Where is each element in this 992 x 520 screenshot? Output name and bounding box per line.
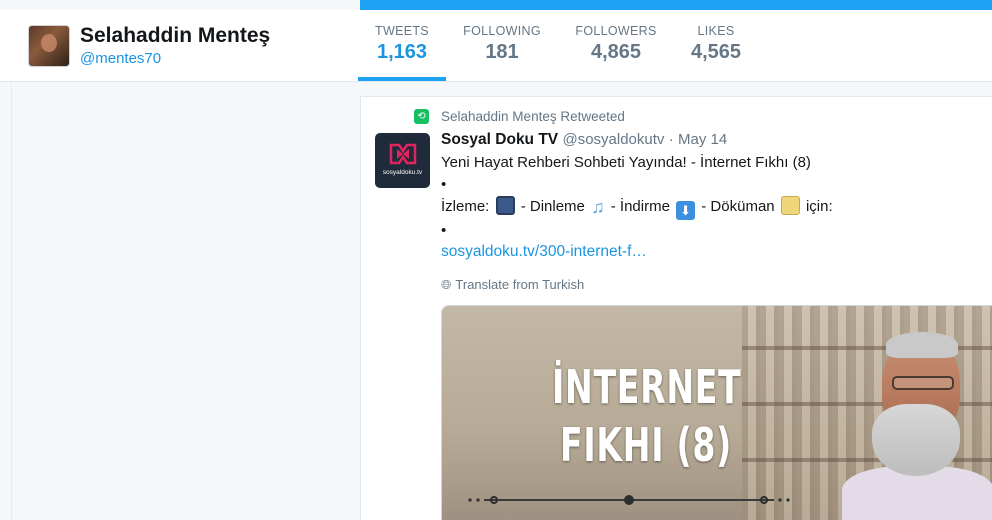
portrait-hair: [886, 332, 958, 358]
stat-followers-value: 4,865: [590, 41, 642, 63]
tweet-text-line-2: •: [441, 176, 447, 193]
tweet-author-handle[interactable]: @sosyaldokutv: [562, 131, 664, 148]
stat-tweets-value: 1,163: [376, 41, 428, 63]
profile-name[interactable]: Selahaddin Menteş: [80, 24, 270, 48]
tweet-text-indirme: - İndirme: [610, 198, 670, 215]
translate-label: Translate from Turkish: [455, 277, 585, 292]
portrait-glasses: [892, 376, 954, 390]
profile-handle[interactable]: @mentes70: [80, 50, 161, 67]
stat-likes[interactable]: LIKES 4,565: [680, 24, 752, 82]
sosyaldoku-logo-icon: [389, 143, 417, 165]
globe-icon: 🌐︎: [441, 277, 452, 292]
stat-followers-label: FOLLOWERS: [575, 24, 657, 38]
speaker-portrait: [842, 326, 992, 520]
media-title-line-1: İNTERNET: [552, 360, 742, 414]
stat-tweets-label: TWEETS: [375, 24, 429, 38]
stat-followers[interactable]: FOLLOWERS 4,865: [570, 24, 662, 82]
tweet-avatar-logo-text: sosyaldoku.tv: [382, 169, 423, 176]
tweet-text-izleme: İzleme:: [441, 198, 490, 215]
tweet-text-line-3: İzleme: - Dinleme ♫ - İndirme ⬇ - Döküma…: [441, 196, 981, 220]
ornament-divider-icon: [468, 495, 790, 505]
stat-likes-label: LIKES: [697, 24, 735, 38]
stat-tweets[interactable]: TWEETS 1,163: [358, 24, 446, 81]
tweet-author-name[interactable]: Sosyal Doku TV: [441, 131, 558, 148]
stat-likes-value: 4,565: [690, 41, 742, 63]
stat-following-label: FOLLOWING: [463, 24, 541, 38]
tweet-separator: ·: [668, 131, 674, 148]
tweet-header: Sosyal Doku TV @sosyaldokutv · May 14: [441, 131, 727, 149]
retweet-context-text: Selahaddin Menteş Retweeted: [441, 109, 625, 124]
media-title-line-2: FIKHI (8): [560, 418, 732, 472]
timeline: ⟲ Selahaddin Menteş Retweeted sosyaldoku…: [360, 96, 992, 520]
tweet-text-dinleme: - Dinleme: [520, 198, 585, 215]
down-arrow-icon: ⬇: [676, 201, 696, 220]
music-note-icon: ♫: [591, 197, 605, 217]
stat-following[interactable]: FOLLOWING 181: [458, 24, 546, 82]
retweet-context[interactable]: Selahaddin Menteş Retweeted: [413, 109, 625, 124]
stat-following-value: 181: [485, 41, 519, 63]
tweet-author-avatar[interactable]: sosyaldoku.tv: [375, 133, 430, 188]
tweet-text-line-4: •: [441, 222, 447, 239]
portrait-beard: [872, 404, 960, 476]
tweet-text-dokuman: - Döküman: [701, 198, 775, 215]
profile-nav-bar: Selahaddin Menteş @mentes70 TWEETS 1,163…: [0, 10, 992, 82]
translate-button[interactable]: 🌐︎ Translate from Turkish: [441, 277, 584, 293]
left-divider: [0, 82, 12, 520]
memo-icon: [780, 196, 800, 215]
profile-avatar[interactable]: [28, 25, 70, 67]
tweet-date[interactable]: May 14: [678, 131, 727, 148]
tweet-media-image[interactable]: İNTERNET FIKHI (8): [441, 305, 992, 520]
tv-icon: [495, 196, 515, 215]
tweet-link[interactable]: sosyaldoku.tv/300-internet-f…: [441, 243, 647, 261]
tweet-text: Yeni Hayat Rehberi Sohbeti Yayında! - İn…: [441, 152, 981, 242]
tweet-text-icin: için:: [805, 198, 833, 215]
tweet-text-line-1: Yeni Hayat Rehberi Sohbeti Yayında! - İn…: [441, 154, 811, 171]
